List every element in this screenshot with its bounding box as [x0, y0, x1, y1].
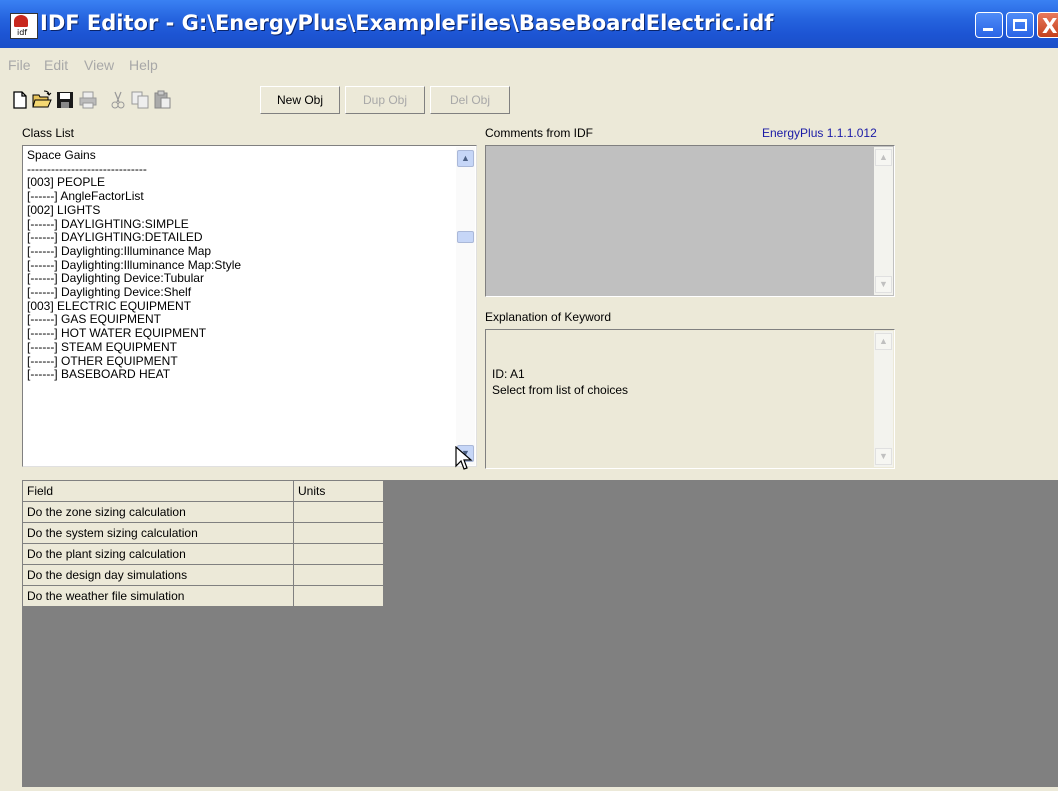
dup-obj-button[interactable]: Dup Obj	[345, 86, 425, 114]
class-list-item[interactable]: [------] Daylighting Device:Shelf	[27, 285, 476, 300]
class-list-items: Space Gains -----------------------------…	[23, 146, 476, 382]
close-button[interactable]: X	[1037, 12, 1058, 38]
class-list-scrollbar[interactable]: ▲ ▼	[456, 147, 475, 465]
menu-view[interactable]: View	[84, 57, 114, 73]
comments-scroll-up-icon[interactable]: ▲	[875, 149, 892, 166]
copy-icon[interactable]	[130, 90, 150, 110]
class-list-item[interactable]: ------------------------------	[27, 162, 476, 177]
table-row[interactable]: Do the design day simulations	[22, 564, 384, 586]
close-icon: X	[1042, 14, 1058, 38]
comments-scrollbar[interactable]: ▲ ▼	[874, 147, 893, 295]
object-grid-area[interactable]: Field Units Do the zone sizing calculati…	[22, 480, 1058, 787]
table-row[interactable]: Do the plant sizing calculation	[22, 543, 384, 565]
version-label: EnergyPlus 1.1.1.012	[762, 126, 877, 140]
mouse-pointer-icon	[455, 446, 473, 470]
paste-icon[interactable]	[152, 90, 172, 110]
explanation-hint: Select from list of choices	[492, 383, 629, 397]
table-row[interactable]: Do the weather file simulation	[22, 585, 384, 607]
cut-icon[interactable]	[108, 90, 128, 110]
class-list-item[interactable]: [------] Daylighting Device:Tubular	[27, 272, 476, 286]
class-list-item[interactable]: [003] ELECTRIC EQUIPMENT	[27, 299, 476, 314]
minimize-icon	[983, 28, 993, 31]
class-list-item[interactable]: [------] HOT WATER EQUIPMENT	[27, 326, 476, 341]
class-list-item[interactable]: [------] GAS EQUIPMENT	[27, 313, 476, 327]
table-row[interactable]: Do the system sizing calculation	[22, 522, 384, 544]
field-name-cell[interactable]: Do the system sizing calculation	[22, 522, 294, 544]
class-list-item[interactable]: [------] DAYLIGHTING:SIMPLE	[27, 217, 476, 232]
idf-editor-app-icon[interactable]: idf	[10, 13, 38, 39]
explanation-scroll-up-icon[interactable]: ▲	[875, 333, 892, 350]
class-list-item[interactable]: [------] AngleFactorList	[27, 189, 476, 204]
class-list-item[interactable]: [002] LIGHTS	[27, 203, 476, 218]
comments-scroll-down-icon[interactable]: ▼	[875, 276, 892, 293]
grid-header-row: Field Units	[22, 480, 384, 502]
maximize-button[interactable]	[1006, 12, 1034, 38]
class-list-item[interactable]: [------] Daylighting:Illuminance Map:Sty…	[27, 258, 476, 273]
units-cell[interactable]	[293, 564, 384, 586]
menu-bar: File Edit View Help	[0, 48, 1058, 82]
explanation-scrollbar[interactable]: ▲ ▼	[874, 331, 893, 467]
field-name-cell[interactable]: Do the plant sizing calculation	[22, 543, 294, 565]
units-cell[interactable]	[293, 501, 384, 523]
save-icon[interactable]	[55, 90, 75, 110]
class-list-item[interactable]: [------] Daylighting:Illuminance Map	[27, 244, 476, 259]
class-list-item[interactable]: Space Gains	[27, 148, 476, 163]
table-row[interactable]: Do the zone sizing calculation	[22, 501, 384, 523]
menu-help[interactable]: Help	[129, 57, 158, 73]
class-list[interactable]: Space Gains -----------------------------…	[22, 145, 477, 467]
units-cell[interactable]	[293, 585, 384, 607]
maximize-icon	[1013, 19, 1027, 31]
app-icon-text: idf	[17, 28, 28, 37]
scroll-up-arrow-icon[interactable]: ▲	[457, 150, 474, 167]
window-title: IDF Editor - G:\EnergyPlus\ExampleFiles\…	[40, 11, 774, 35]
units-cell[interactable]	[293, 543, 384, 565]
menu-file[interactable]: File	[8, 57, 31, 73]
field-name-cell[interactable]: Do the zone sizing calculation	[22, 501, 294, 523]
field-name-cell[interactable]: Do the design day simulations	[22, 564, 294, 586]
open-folder-icon[interactable]	[32, 90, 52, 110]
title-bar[interactable]: idf IDF Editor - G:\EnergyPlus\ExampleFi…	[0, 0, 1058, 48]
class-list-item[interactable]: [003] PEOPLE	[27, 176, 476, 190]
class-list-item[interactable]: [------] DAYLIGHTING:DETAILED	[27, 231, 476, 245]
new-obj-button[interactable]: New Obj	[260, 86, 340, 114]
grid-header-units: Units	[293, 480, 384, 502]
comments-label: Comments from IDF	[485, 126, 594, 140]
explanation-text: ID: A1 Select from list of choices	[492, 366, 628, 398]
class-list-item[interactable]: [------] OTHER EQUIPMENT	[27, 354, 476, 369]
new-file-icon[interactable]	[10, 90, 30, 110]
del-obj-button[interactable]: Del Obj	[430, 86, 510, 114]
field-name-cell[interactable]: Do the weather file simulation	[22, 585, 294, 607]
toolbar: New Obj Dup Obj Del Obj	[0, 84, 1058, 118]
class-list-item[interactable]: [------] BASEBOARD HEAT	[27, 368, 476, 382]
print-icon[interactable]	[78, 90, 98, 110]
explanation-id: ID: A1	[492, 367, 525, 381]
units-cell[interactable]	[293, 522, 384, 544]
scroll-thumb[interactable]	[457, 231, 474, 243]
class-list-label: Class List	[22, 126, 75, 140]
menu-edit[interactable]: Edit	[44, 57, 68, 73]
explanation-box: ID: A1 Select from list of choices ▲ ▼	[485, 329, 895, 469]
explanation-label: Explanation of Keyword	[485, 310, 612, 324]
class-list-item[interactable]: [------] STEAM EQUIPMENT	[27, 340, 476, 355]
minimize-button[interactable]	[975, 12, 1003, 38]
explanation-scroll-down-icon[interactable]: ▼	[875, 448, 892, 465]
comments-textarea[interactable]: ▲ ▼	[485, 145, 895, 297]
field-grid[interactable]: Field Units Do the zone sizing calculati…	[22, 480, 384, 607]
grid-header-field: Field	[22, 480, 294, 502]
